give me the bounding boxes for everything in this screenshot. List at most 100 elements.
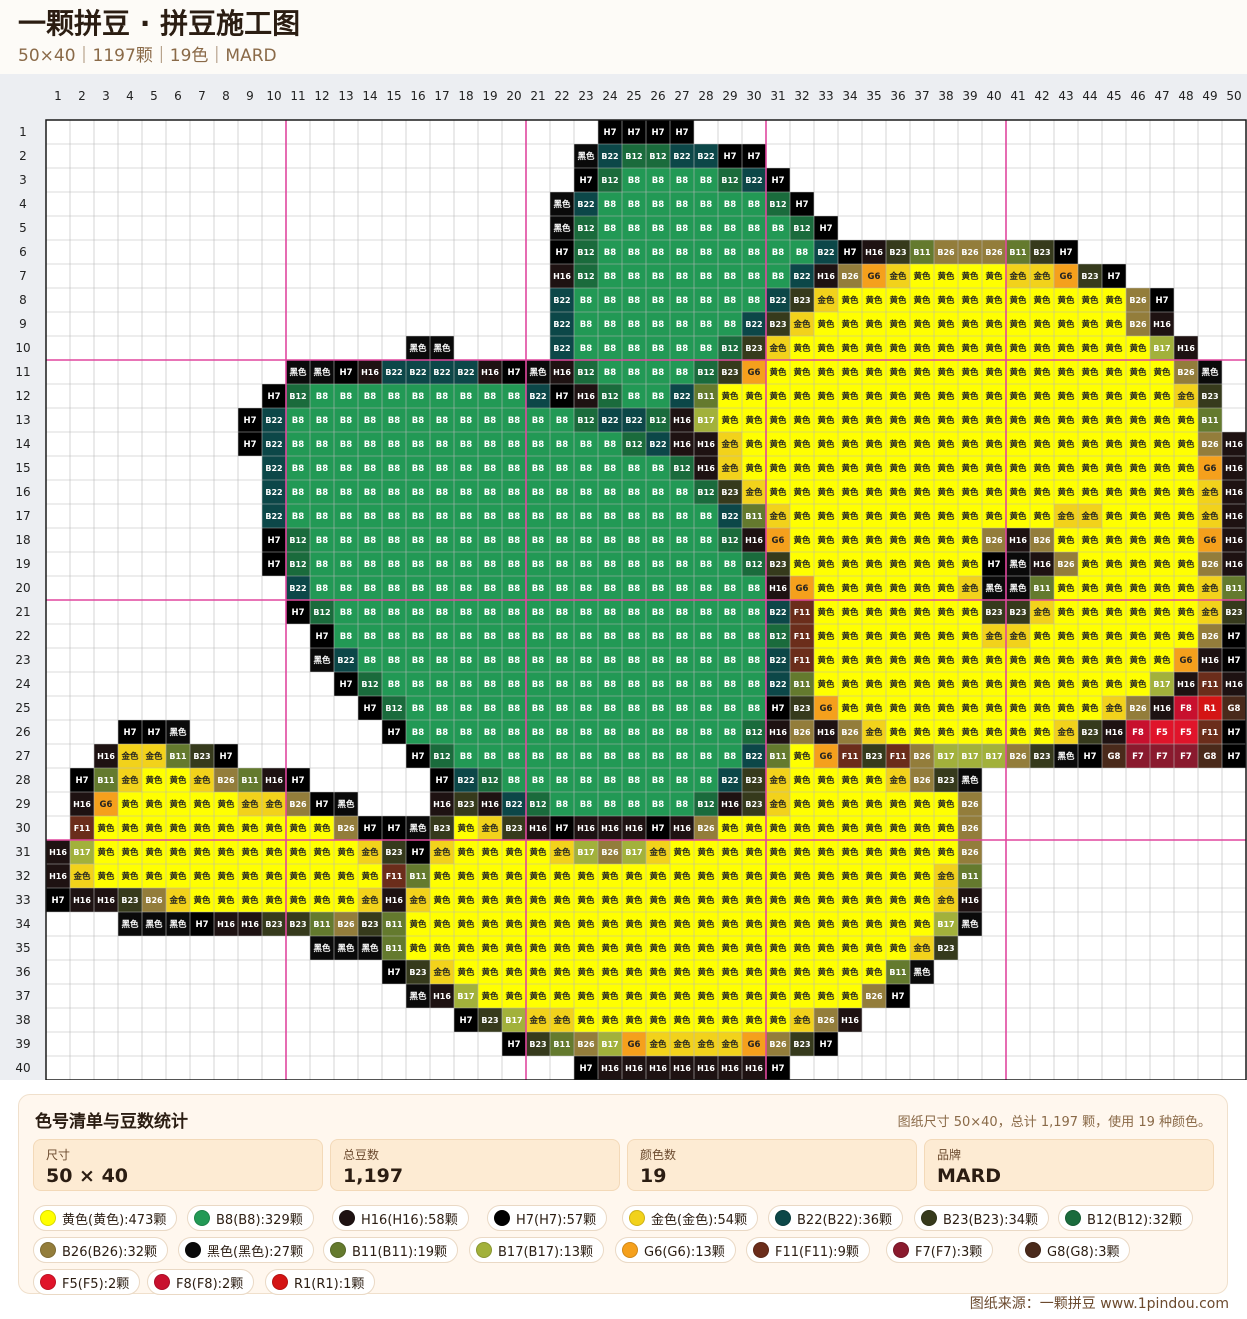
page-subtitle: 50×40｜1197颗｜19色｜MARD [18, 46, 277, 66]
bead-code-label: B8 [508, 656, 520, 666]
bead-code-label: 黄色 [817, 415, 835, 426]
column-number: 32 [794, 89, 809, 103]
bead-code-label: B8 [628, 392, 640, 402]
column-number: 3 [102, 89, 110, 103]
bead-code-label: 黄色 [985, 415, 1003, 426]
bead-code-label: B23 [721, 488, 738, 497]
color-chip-label: R1(R1):1颗 [294, 1276, 365, 1292]
bead-code-label: 黄色 [985, 655, 1003, 666]
bead-code-label: 黄色 [721, 895, 739, 906]
bead-code-label: 黄色 [841, 991, 859, 1002]
bead-code-label: 黄色 [1081, 343, 1099, 354]
bead-code-label: F11 [794, 632, 811, 641]
bead-code-label: B22 [529, 392, 546, 401]
bead-code-label: B8 [412, 680, 424, 690]
bead-code-label: 黄色 [913, 799, 931, 810]
bead-code-label: B8 [700, 608, 712, 618]
bead-code-label: H16 [625, 1064, 643, 1073]
bead-code-label: 黄色 [1009, 511, 1027, 522]
bead-code-label: 黄色 [529, 967, 547, 978]
bead-code-label: B8 [460, 488, 472, 498]
bead-code-label: 金色 [1032, 607, 1051, 618]
bead-code-label: H7 [411, 752, 424, 762]
bead-code-label: 黄色 [505, 919, 523, 930]
column-number: 6 [174, 89, 182, 103]
bead-code-label: B17 [1153, 344, 1170, 353]
row-number: 16 [15, 485, 30, 499]
bead-code-label: F11 [386, 872, 403, 881]
bead-code-label: 黄色 [601, 919, 619, 930]
bead-code-label: 黄色 [433, 895, 451, 906]
bead-code-label: B8 [628, 248, 640, 258]
bead-code-label: 黑色 [961, 919, 979, 930]
column-number: 14 [362, 89, 377, 103]
bead-code-label: 黄色 [481, 991, 499, 1002]
color-chip-label: B23(B23):34颗 [943, 1212, 1038, 1228]
bead-code-label: 黄色 [1105, 295, 1123, 306]
bead-code-label: B8 [532, 776, 544, 786]
bead-code-label: B26 [1177, 368, 1195, 377]
bead-code-label: H7 [579, 1064, 592, 1074]
bead-code-label: B23 [937, 776, 954, 785]
bead-code-label: 金色 [552, 847, 571, 858]
bead-code-label: 黄色 [913, 847, 931, 858]
bead-code-label: B26 [937, 248, 955, 257]
bead-code-label: B8 [604, 440, 616, 450]
bead-code-label: 黑色 [577, 151, 595, 162]
bead-code-label: 黄色 [865, 463, 883, 474]
bead-code-label: B26 [337, 824, 355, 833]
bead-code-label: 黄色 [841, 847, 859, 858]
bead-code-label: H16 [769, 584, 787, 593]
bead-code-label: B8 [484, 608, 496, 618]
bead-code-label: H7 [363, 824, 376, 834]
bead-code-label: 黄色 [769, 1015, 787, 1026]
bead-code-label: 黄色 [817, 583, 835, 594]
bead-code-label: B8 [556, 464, 568, 474]
bead-code-label: H7 [843, 248, 856, 258]
bead-code-label: F11 [842, 752, 859, 761]
bead-code-label: B8 [604, 272, 616, 282]
bead-code-label: H16 [1225, 464, 1243, 473]
bead-code-label: 黄色 [985, 319, 1003, 330]
bead-code-label: B8 [700, 584, 712, 594]
bead-code-label: 黄色 [601, 991, 619, 1002]
bead-code-label: 黄色 [985, 703, 1003, 714]
bead-code-label: H16 [817, 272, 835, 281]
bead-code-label: B8 [556, 584, 568, 594]
bead-code-label: 黑色 [121, 919, 139, 930]
bead-code-label: 黄色 [721, 919, 739, 930]
bead-code-label: 黄色 [625, 991, 643, 1002]
bead-code-label: B8 [676, 296, 688, 306]
column-number: 2 [78, 89, 86, 103]
bead-code-label: B11 [241, 776, 259, 785]
bead-code-label: 黄色 [817, 967, 835, 978]
bead-code-label: 黄色 [1057, 535, 1075, 546]
bead-grid[interactable]: 1 2 3 4 5 6 7 8 9 10 11 12 13 14 15 16 17 18 19 20 21 22 23 24 2… [0, 74, 1247, 1080]
bead-code-label: G6 [1060, 272, 1073, 282]
bead-code-label: B8 [388, 416, 400, 426]
bead-code-label: 黄色 [337, 871, 355, 882]
bead-code-label: 黄色 [1081, 319, 1099, 330]
bead-code-label: B8 [460, 416, 472, 426]
bead-code-label: B8 [556, 440, 568, 450]
bead-code-label: 黄色 [601, 943, 619, 954]
bead-code-label: 黄色 [1057, 607, 1075, 618]
bead-code-label: 金色 [1200, 511, 1219, 522]
bead-code-label: H16 [97, 752, 115, 761]
bead-code-label: B8 [652, 752, 664, 762]
column-number: 42 [1034, 89, 1049, 103]
bead-code-label: 黄色 [841, 559, 859, 570]
bead-code-label: B8 [484, 560, 496, 570]
bead-code-label: H7 [243, 440, 256, 450]
row-number: 36 [15, 965, 30, 979]
bead-code-label: B8 [508, 776, 520, 786]
bead-code-label: 黄色 [961, 535, 979, 546]
bead-code-label: B26 [769, 1040, 787, 1049]
bead-code-label: B8 [556, 752, 568, 762]
bead-grid-area: 1 2 3 4 5 6 7 8 9 10 11 12 13 14 15 16 17 18 19 20 21 22 23 24 2… [0, 74, 1247, 1080]
bead-code-label: 黄色 [121, 871, 139, 882]
bead-code-label: 黄色 [145, 847, 163, 858]
bead-code-label: G8 [1108, 752, 1121, 762]
bead-code-label: H7 [891, 992, 904, 1002]
bead-code-label: 黄色 [1129, 655, 1147, 666]
